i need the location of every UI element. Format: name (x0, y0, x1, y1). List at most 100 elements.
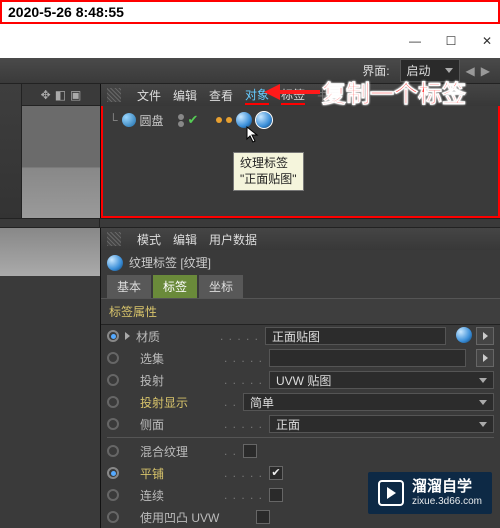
radio-icon[interactable] (107, 352, 119, 364)
history-back-button[interactable]: ◀ (466, 64, 475, 78)
dots: . . . . . (224, 417, 263, 431)
menu-edit[interactable]: 编辑 (173, 87, 197, 104)
menu-edit[interactable]: 编辑 (173, 231, 197, 248)
row-side: 侧面 . . . . . 正面 (101, 413, 500, 435)
layout-value: 启动 (407, 62, 431, 79)
watermark-title: 溜溜自学 (412, 478, 482, 496)
tab-tag[interactable]: 标签 (153, 275, 197, 298)
viewport-tools: ✥ ◧ ▣ (22, 84, 100, 106)
watermark: 溜溜自学 zixue.3d66.com (368, 472, 492, 514)
label-projshow: 投射显示 (140, 394, 218, 411)
chevron-down-icon (445, 68, 453, 73)
section-header: 标签属性 (101, 298, 500, 325)
object-manager-menu: 文件 编辑 查看 对象 标签 书签 (101, 84, 500, 106)
projection-dropdown[interactable]: UVW 贴图 (269, 371, 494, 389)
watermark-url: zixue.3d66.com (412, 496, 482, 508)
row-mixtex: 混合纹理 . . (101, 440, 500, 462)
tab-coord[interactable]: 坐标 (199, 275, 243, 298)
dots: . . . . . (224, 488, 263, 502)
history-fwd-button[interactable]: ▶ (481, 64, 490, 78)
object-name[interactable]: 圆盘 (140, 112, 164, 129)
useuvw-checkbox[interactable] (256, 510, 270, 524)
label-selset: 选集 (140, 350, 218, 367)
row-projection: 投射 . . . . . UVW 贴图 (101, 369, 500, 391)
row-material: 材质 . . . . . 正面贴图 (101, 325, 500, 347)
layout-dropdown[interactable]: 启动 (400, 59, 460, 82)
label-useuvw: 使用凹凸 UVW (140, 509, 250, 526)
tree-row[interactable]: └ 圆盘 ✔ (109, 110, 492, 130)
viewport-canvas[interactable] (22, 106, 100, 218)
radio-icon[interactable] (107, 396, 119, 408)
menu-file[interactable]: 文件 (137, 87, 161, 104)
row-selset: 选集 . . . . . (101, 347, 500, 369)
chevron-down-icon (479, 422, 487, 427)
viewport-floor[interactable] (0, 228, 100, 276)
attribute-menu: 模式 编辑 用户数据 (101, 228, 500, 250)
label-projection: 投射 (140, 372, 218, 389)
nav-icon[interactable]: ✥ (41, 88, 51, 102)
radio-icon[interactable] (107, 418, 119, 430)
menu-userdata[interactable]: 用户数据 (209, 231, 257, 248)
radio-icon[interactable] (107, 467, 119, 479)
panel-grip-icon[interactable] (107, 232, 121, 246)
minimize-button[interactable]: — (408, 34, 422, 48)
radio-icon[interactable] (107, 511, 119, 523)
visibility-dot-icon[interactable] (178, 121, 184, 127)
tooltip-line2: "正面贴图" (240, 172, 297, 188)
radio-icon[interactable] (107, 445, 119, 457)
panel-grip-icon[interactable] (107, 88, 121, 102)
tree-branch-icon: └ (109, 113, 118, 127)
material-picker-button[interactable] (476, 327, 494, 345)
mixtex-checkbox[interactable] (243, 444, 257, 458)
tooltip: 纹理标签 "正面贴图" (233, 152, 304, 191)
watermark-logo-icon (378, 480, 404, 506)
label-repeat: 连续 (140, 487, 218, 504)
layout-toolbar: 界面: 启动 ◀ ▶ (0, 58, 500, 84)
radio-icon[interactable] (107, 489, 119, 501)
object-manager-body[interactable]: └ 圆盘 ✔ 纹理标签 "正面贴图" (101, 106, 500, 218)
dots: . . . . . (224, 466, 263, 480)
material-field[interactable]: 正面贴图 (265, 327, 446, 345)
enable-check-icon[interactable]: ✔ (188, 112, 199, 128)
selset-field[interactable] (269, 349, 466, 367)
menu-mode[interactable]: 模式 (137, 231, 161, 248)
nav-icon[interactable]: ▣ (70, 88, 81, 102)
radio-icon[interactable] (107, 374, 119, 386)
dots: . . . . . (224, 351, 263, 365)
dots: . . . . . (224, 373, 263, 387)
tile-checkbox[interactable]: ✔ (269, 466, 283, 480)
ui-label: 界面: (362, 62, 389, 79)
expand-icon[interactable] (125, 332, 130, 340)
tag-dot-icon[interactable] (216, 117, 222, 123)
attribute-title: 纹理标签 [纹理] (129, 254, 211, 271)
selset-picker-button[interactable] (476, 349, 494, 367)
menu-view[interactable]: 查看 (209, 87, 233, 104)
repeat-checkbox[interactable] (269, 488, 283, 502)
maximize-button[interactable]: ☐ (444, 34, 458, 48)
tooltip-line1: 纹理标签 (240, 156, 297, 172)
nav-icon[interactable]: ◧ (55, 88, 66, 102)
viewport-strip: ✥ ◧ ▣ (22, 84, 100, 218)
label-tile: 平铺 (140, 465, 218, 482)
dots: . . . . . (220, 329, 259, 343)
disc-object-icon (122, 113, 136, 127)
chevron-down-icon (479, 378, 487, 383)
tool-strip (0, 84, 22, 218)
visibility-dot-icon[interactable] (178, 114, 184, 120)
menu-tags[interactable]: 标签 (281, 86, 305, 105)
timestamp-overlay: 2020-5-26 8:48:55 (0, 0, 500, 24)
tag-dot-icon[interactable] (226, 117, 232, 123)
close-button[interactable]: ✕ (480, 34, 494, 48)
menu-object[interactable]: 对象 (245, 86, 269, 105)
viewport-lower (0, 228, 100, 528)
cursor-icon (246, 126, 260, 144)
chevron-down-icon (479, 400, 487, 405)
radio-icon[interactable] (107, 330, 119, 342)
material-preview-icon[interactable] (456, 327, 472, 343)
object-manager: 文件 编辑 查看 对象 标签 书签 └ 圆盘 ✔ (100, 84, 500, 218)
panel-splitter[interactable] (0, 218, 500, 228)
side-dropdown[interactable]: 正面 (269, 415, 494, 433)
tab-basic[interactable]: 基本 (107, 275, 151, 298)
projshow-dropdown[interactable]: 简单 (243, 393, 494, 411)
menu-bookmark[interactable]: 书签 (317, 87, 341, 104)
